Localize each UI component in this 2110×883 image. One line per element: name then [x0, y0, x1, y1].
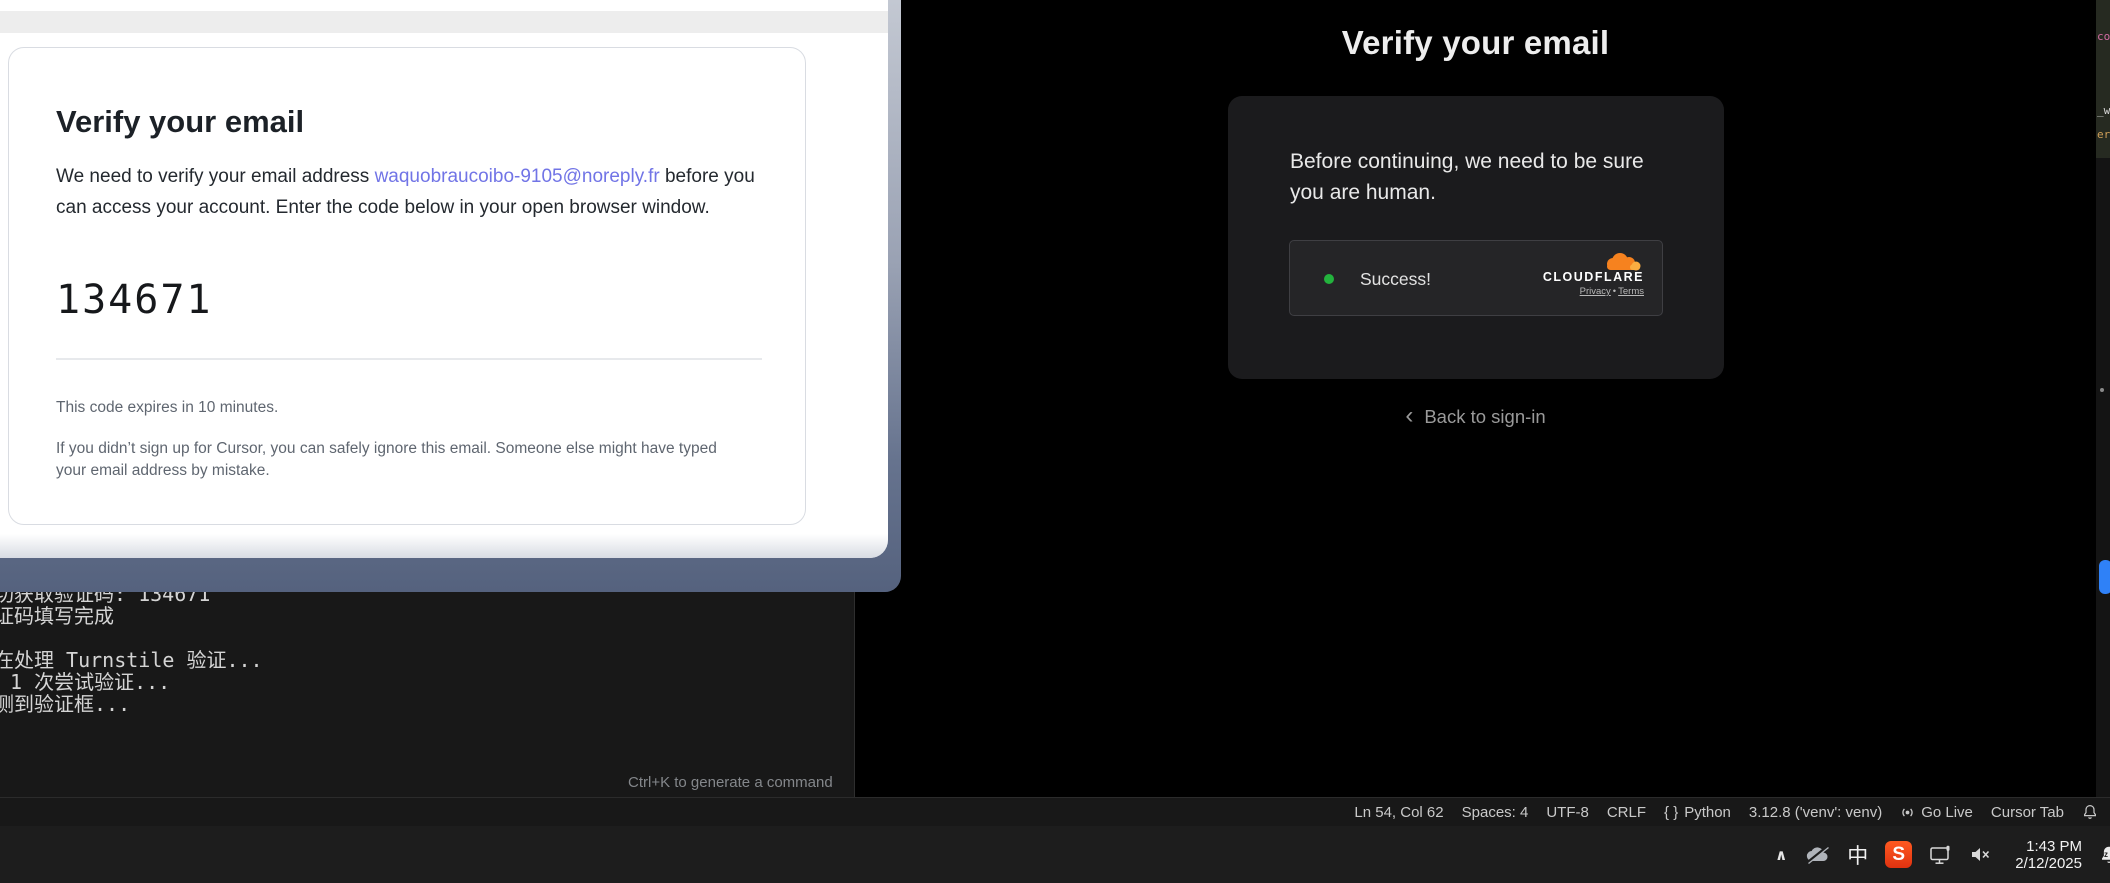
sogou-s-icon[interactable]: S [1885, 841, 1912, 868]
minimap-dot [2100, 388, 2104, 392]
chevron-up-icon[interactable]: ∧ [1775, 846, 1787, 864]
sogou-letter: S [1892, 844, 1905, 866]
email-toolbar-band [0, 11, 888, 33]
taskbar: ⚙ ∧ 中 S [0, 826, 2110, 883]
email-message-card: Verify your email We need to verify your… [8, 47, 806, 525]
email-address-link[interactable]: waquobraucoibo-9105@noreply.fr [375, 166, 660, 187]
input-method-icon[interactable]: 中 [1847, 840, 1868, 870]
terms-link[interactable]: Terms [1618, 286, 1644, 297]
status-cursor-tab[interactable]: Cursor Tab [1982, 804, 2073, 821]
status-language[interactable]: { } Python [1655, 804, 1740, 821]
email-window-frame: Verify your email We need to verify your… [0, 0, 901, 592]
terminal-line: 测到验证框... [0, 692, 130, 716]
broadcast-icon [1900, 805, 1915, 820]
cloudflare-turnstile-widget: Success! CLOUDFLARE Privacy•Terms [1289, 240, 1663, 316]
status-eol[interactable]: CRLF [1598, 804, 1655, 821]
link-separator: • [1613, 286, 1616, 297]
status-cursor-position[interactable]: Ln 54, Col 62 [1345, 804, 1452, 821]
clock-time: 1:43 PM [2015, 838, 2082, 855]
go-live-label: Go Live [1921, 804, 1973, 821]
body-before-link: We need to verify your email address [56, 166, 375, 187]
window-bottom-edge [0, 534, 888, 558]
status-encoding[interactable]: UTF-8 [1537, 804, 1598, 821]
verification-subtitle: Before continuing, we need to be sure yo… [1290, 146, 1676, 208]
notifications-bell-icon[interactable] [2073, 804, 2100, 820]
volume-muted-icon[interactable] [1970, 846, 1992, 863]
focus-assist-z: z [2104, 850, 2108, 859]
system-tray: ∧ 中 S [1775, 826, 2110, 883]
onedrive-cloud-offline-icon[interactable] [1804, 845, 1830, 865]
turnstile-legal-links: Privacy•Terms [1580, 286, 1644, 297]
focus-assist-bell-icon[interactable]: z [2099, 845, 2110, 865]
turnstile-status: Success! [1360, 269, 1431, 290]
cloudflare-wordmark: CLOUDFLARE [1543, 270, 1644, 284]
editor-blue-badge[interactable] [2099, 560, 2110, 594]
cloudflare-brand-block: CLOUDFLARE Privacy•Terms [1534, 249, 1644, 297]
email-window: Verify your email We need to verify your… [0, 0, 888, 558]
back-to-signin-label: Back to sign-in [1424, 406, 1545, 428]
page-title: Verify your email [855, 24, 2096, 62]
status-indentation[interactable]: Spaces: 4 [1453, 804, 1538, 821]
terminal-panel[interactable]: 功获取验证码: 134671 证码填写完成 在处理 Turnstile 验证..… [0, 558, 855, 797]
desktop-screen: Verify your email Before continuing, we … [0, 0, 2110, 883]
success-dot-icon [1324, 274, 1334, 284]
code-fragment: _w [2097, 104, 2110, 117]
chevron-left-icon: ‹ [1405, 404, 1413, 428]
status-interpreter[interactable]: 3.12.8 ('venv': venv) [1740, 804, 1891, 821]
browser-dark-page: Verify your email Before continuing, we … [855, 0, 2096, 797]
status-bar: Ln 54, Col 62 Spaces: 4 UTF-8 CRLF { } P… [0, 797, 2110, 826]
verification-code: 134671 [56, 277, 213, 323]
code-fragment: er [2097, 128, 2110, 141]
verification-card: Before continuing, we need to be sure yo… [1228, 96, 1724, 379]
back-to-signin-link[interactable]: ‹ Back to sign-in [855, 406, 2096, 428]
editor-sliver: co _w er [2096, 0, 2110, 797]
editor-sliver-highlight: co _w er [2096, 0, 2110, 158]
terminal-line: 1 次尝试验证... [10, 670, 170, 694]
email-heading: Verify your email [56, 104, 304, 140]
status-go-live[interactable]: Go Live [1891, 804, 1982, 821]
monitor-icon[interactable] [1929, 845, 1953, 865]
clock-date: 2/12/2025 [2015, 855, 2082, 872]
code-fragment: co [2097, 30, 2110, 43]
disclaimer-text: If you didn’t sign up for Cursor, you ca… [56, 438, 748, 482]
terminal-line: 在处理 Turnstile 验证... [0, 648, 263, 672]
divider [56, 358, 762, 360]
taskbar-clock[interactable]: 1:43 PM 2/12/2025 [2015, 838, 2082, 872]
braces-icon: { } [1664, 804, 1678, 821]
terminal-line: 证码填写完成 [0, 604, 114, 628]
privacy-link[interactable]: Privacy [1580, 286, 1611, 297]
expiry-note: This code expires in 10 minutes. [56, 399, 278, 417]
language-label: Python [1684, 804, 1731, 821]
terminal-hint: Ctrl+K to generate a command [628, 774, 833, 791]
email-body-text: We need to verify your email address waq… [56, 162, 768, 223]
